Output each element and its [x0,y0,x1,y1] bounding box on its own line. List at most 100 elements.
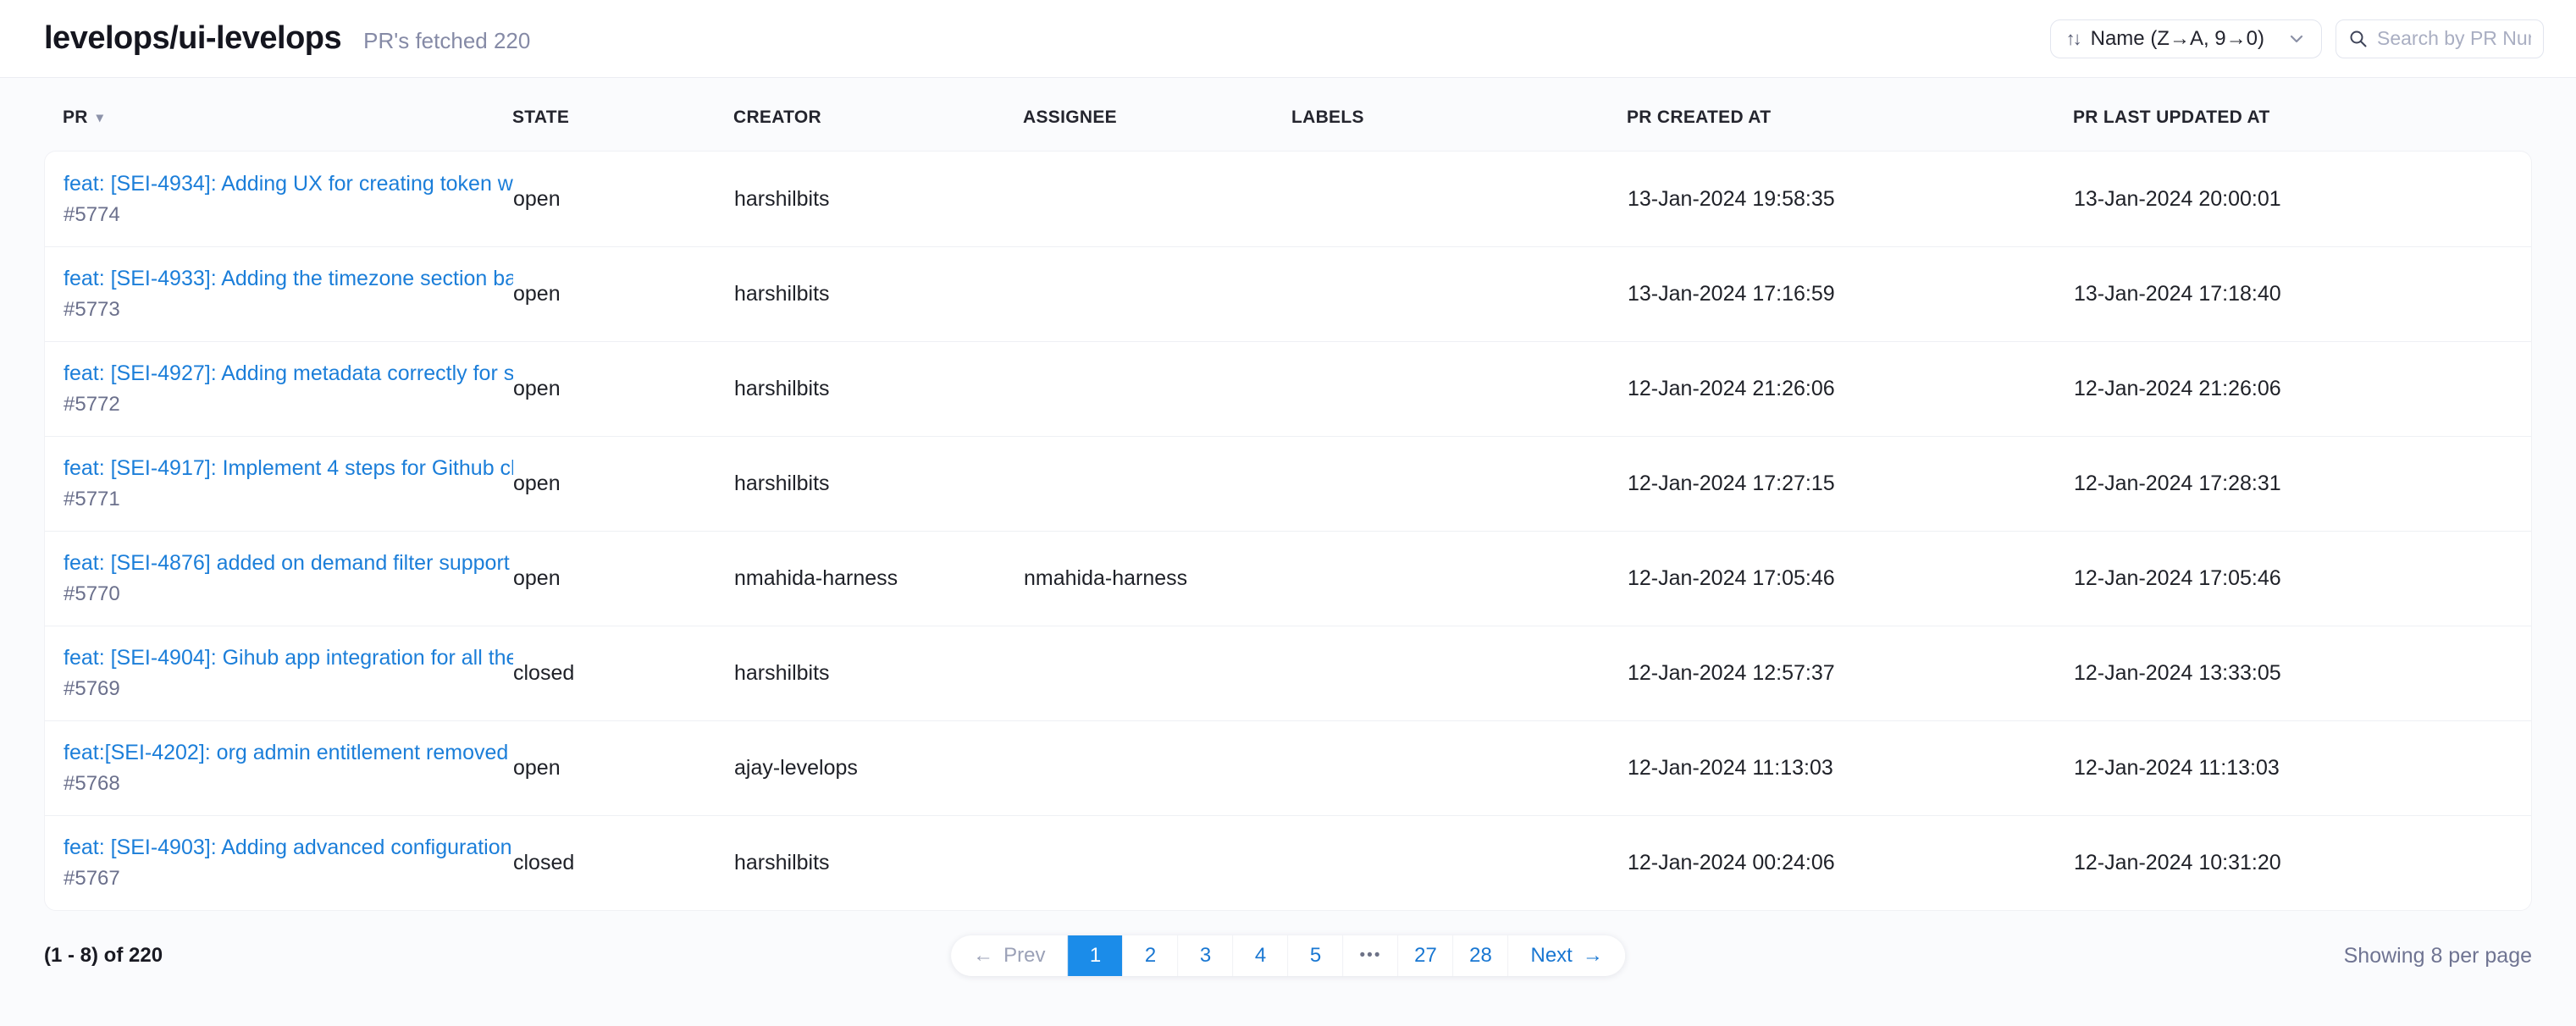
page-button-4[interactable]: 4 [1233,935,1288,976]
page-button-3[interactable]: 3 [1178,935,1233,976]
pr-title-link[interactable]: feat:[SEI-4202]: org admin entitlement r… [64,741,513,765]
pr-last-updated-at-cell: 12-Jan-2024 11:13:03 [2074,756,2512,781]
page-button-1[interactable]: 1 [1068,935,1123,976]
table-row: feat: [SEI-4903]: Adding advanced config… [45,815,2531,910]
state-cell: open [513,377,734,401]
pr-number: #5773 [64,298,513,322]
pr-fetched-count: PR's fetched 220 [363,23,530,54]
pr-created-at-cell: 12-Jan-2024 17:27:15 [1628,472,2074,496]
column-header-state: STATE [512,108,733,128]
pr-created-at-cell: 12-Jan-2024 21:26:06 [1628,377,2074,401]
creator-cell: harshilbits [734,282,1024,306]
chevron-down-icon [2287,30,2306,48]
table-row: feat: [SEI-4876] added on demand filter … [45,531,2531,626]
next-page-button[interactable]: Next→ [1508,935,1625,976]
sort-dropdown[interactable]: ↑↓ Name (Z→A, 9→0) [2050,19,2322,58]
arrow-left-icon: ← [973,944,993,968]
pr-title-link[interactable]: feat: [SEI-4934]: Adding UX for creating… [64,172,513,196]
pr-title-link[interactable]: feat: [SEI-4904]: Gihub app integration … [64,646,513,670]
search-input[interactable] [2377,27,2531,50]
pr-last-updated-at-cell: 12-Jan-2024 17:28:31 [2074,472,2512,496]
table-row: feat: [SEI-4934]: Adding UX for creating… [45,152,2531,246]
pr-number: #5770 [64,582,513,606]
prev-page-button[interactable]: ←Prev [951,935,1067,976]
creator-cell: harshilbits [734,187,1024,212]
pr-number: #5767 [64,867,513,891]
pr-number: #5772 [64,393,513,416]
page-button-27[interactable]: 27 [1398,935,1453,976]
page-title: levelops/ui-levelops [44,20,341,57]
creator-cell: harshilbits [734,661,1024,686]
pr-table: feat: [SEI-4934]: Adding UX for creating… [44,151,2532,911]
pr-cell: feat: [SEI-4934]: Adding UX for creating… [64,172,513,227]
pr-last-updated-at-cell: 13-Jan-2024 20:00:01 [2074,187,2512,212]
pr-title-link[interactable]: feat: [SEI-4903]: Adding advanced config… [64,836,513,860]
main-content: PR▾STATECREATORASSIGNEELABELSPR CREATED … [0,103,2576,911]
column-header-labels: LABELS [1291,108,1627,128]
per-page-text: Showing 8 per page [2344,944,2532,968]
pr-number: #5768 [64,772,513,796]
pr-cell: feat: [SEI-4904]: Gihub app integration … [64,646,513,701]
table-footer: (1 - 8) of 220 ←Prev12345•••2728Next→ Sh… [0,935,2576,977]
pagination: ←Prev12345•••2728Next→ [951,935,1625,976]
state-cell: open [513,756,734,781]
assignee-cell: nmahida-harness [1024,566,1292,591]
pr-cell: feat: [SEI-4917]: Implement 4 steps for … [64,456,513,511]
pr-created-at-cell: 13-Jan-2024 19:58:35 [1628,187,2074,212]
column-header-pr-last-updated-at: PR LAST UPDATED AT [2073,108,2513,128]
pr-title-link[interactable]: feat: [SEI-4876] added on demand filter … [64,551,513,576]
pr-cell: feat: [SEI-4876] added on demand filter … [64,551,513,606]
pr-cell: feat:[SEI-4202]: org admin entitlement r… [64,741,513,796]
pr-title-link[interactable]: feat: [SEI-4917]: Implement 4 steps for … [64,456,513,481]
creator-cell: harshilbits [734,377,1024,401]
state-cell: closed [513,851,734,875]
pr-last-updated-at-cell: 13-Jan-2024 17:18:40 [2074,282,2512,306]
column-header-pr-created-at: PR CREATED AT [1627,108,2073,128]
pr-cell: feat: [SEI-4927]: Adding metadata correc… [64,361,513,416]
column-header-pr: PR▾ [63,108,512,128]
column-header-creator: CREATOR [733,108,1023,128]
pr-created-at-cell: 12-Jan-2024 12:57:37 [1628,661,2074,686]
state-cell: open [513,282,734,306]
sort-direction-icon: ↑↓ [2066,28,2080,50]
pr-cell: feat: [SEI-4903]: Adding advanced config… [64,836,513,891]
arrow-right-icon: → [1583,944,1603,968]
column-header-assignee: ASSIGNEE [1023,108,1291,128]
state-cell: open [513,472,734,496]
page-button-2[interactable]: 2 [1123,935,1178,976]
creator-cell: ajay-levelops [734,756,1024,781]
column-filter-caret-icon[interactable]: ▾ [97,109,103,126]
pr-last-updated-at-cell: 12-Jan-2024 17:05:46 [2074,566,2512,591]
top-bar: levelops/ui-levelops PR's fetched 220 ↑↓… [0,0,2576,78]
pr-created-at-cell: 13-Jan-2024 17:16:59 [1628,282,2074,306]
state-cell: closed [513,661,734,686]
table-header-row: PR▾STATECREATORASSIGNEELABELSPR CREATED … [44,103,2532,132]
page-ellipsis[interactable]: ••• [1343,935,1398,976]
header-controls: ↑↓ Name (Z→A, 9→0) [2050,19,2544,58]
search-box [2336,19,2544,58]
pr-number: #5774 [64,203,513,227]
pr-number: #5771 [64,488,513,511]
page-button-5[interactable]: 5 [1288,935,1343,976]
table-row: feat: [SEI-4927]: Adding metadata correc… [45,341,2531,436]
state-cell: open [513,566,734,591]
table-row: feat:[SEI-4202]: org admin entitlement r… [45,720,2531,815]
pr-title-link[interactable]: feat: [SEI-4933]: Adding the timezone se… [64,267,513,291]
pr-last-updated-at-cell: 12-Jan-2024 21:26:06 [2074,377,2512,401]
creator-cell: harshilbits [734,851,1024,875]
pr-cell: feat: [SEI-4933]: Adding the timezone se… [64,267,513,322]
pr-created-at-cell: 12-Jan-2024 00:24:06 [1628,851,2074,875]
pr-last-updated-at-cell: 12-Jan-2024 10:31:20 [2074,851,2512,875]
creator-cell: nmahida-harness [734,566,1024,591]
table-row: feat: [SEI-4904]: Gihub app integration … [45,626,2531,720]
pagination-range-text: (1 - 8) of 220 [44,944,163,968]
page-button-28[interactable]: 28 [1453,935,1508,976]
pr-number: #5769 [64,677,513,701]
table-row: feat: [SEI-4933]: Adding the timezone se… [45,246,2531,341]
creator-cell: harshilbits [734,472,1024,496]
pr-last-updated-at-cell: 12-Jan-2024 13:33:05 [2074,661,2512,686]
search-icon [2348,29,2369,49]
table-row: feat: [SEI-4917]: Implement 4 steps for … [45,436,2531,531]
pr-title-link[interactable]: feat: [SEI-4927]: Adding metadata correc… [64,361,513,386]
state-cell: open [513,187,734,212]
